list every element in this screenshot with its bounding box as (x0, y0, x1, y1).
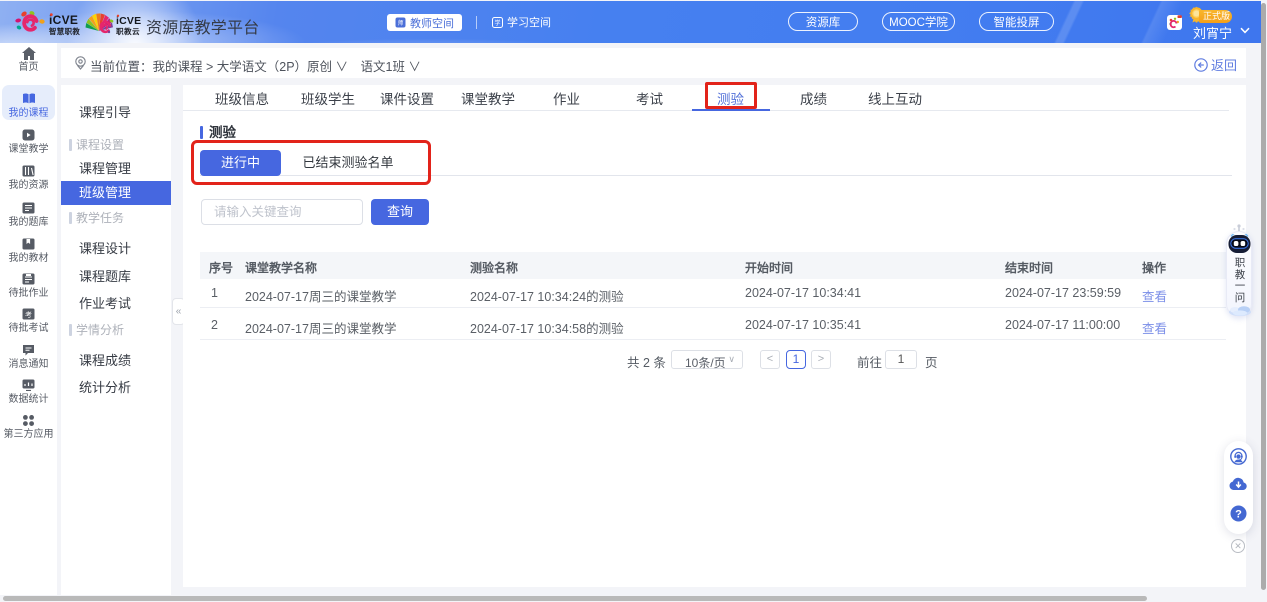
svg-text:考: 考 (25, 311, 32, 319)
svg-text:智慧职教: 智慧职教 (48, 27, 80, 36)
svg-text:学: 学 (494, 19, 500, 27)
svg-text:师: 师 (397, 19, 403, 27)
svg-text:iCVE: iCVE (49, 13, 78, 27)
svg-text:?: ? (1235, 509, 1242, 521)
svg-text:职教云: 职教云 (116, 26, 140, 36)
svg-text:iCVE: iCVE (116, 15, 141, 27)
